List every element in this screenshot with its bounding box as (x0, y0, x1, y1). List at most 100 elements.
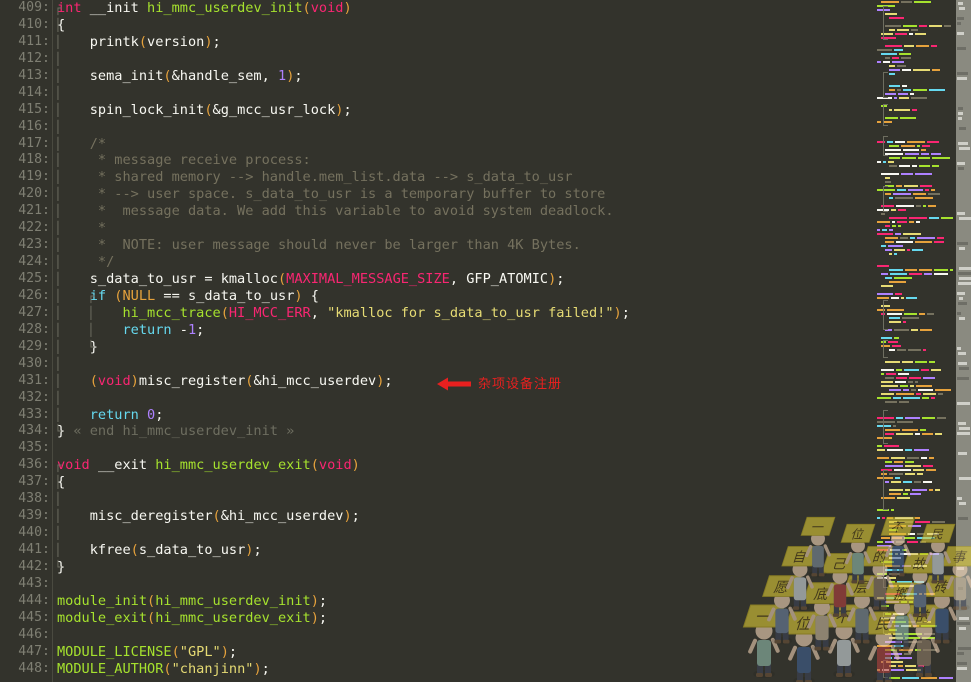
code-line[interactable]: 416: │ (0, 119, 875, 136)
code-line[interactable]: 436: ┌ void __exit hi_mmc_userdev_exit(voi… (0, 457, 875, 474)
minimap-token (904, 313, 917, 315)
code-line[interactable]: 443: (0, 576, 875, 593)
fold-guide-icon[interactable]: │ (52, 356, 64, 373)
fold-guide-icon[interactable]: └ (52, 559, 64, 576)
code-line[interactable]: 438: │ (0, 491, 875, 508)
fold-guide-icon[interactable]: │ (52, 85, 64, 102)
minimap-token (893, 425, 896, 427)
fold-guide-icon[interactable]: │ (52, 508, 64, 525)
fold-guide-icon[interactable]: │ (52, 339, 64, 356)
minimap-token (914, 581, 924, 583)
fold-guide-icon[interactable]: │ (52, 237, 64, 254)
fold-guide-icon[interactable]: │ (52, 51, 64, 68)
code-line[interactable]: 422: │ * (0, 220, 875, 237)
code-line[interactable]: 410: │{ (0, 17, 875, 34)
scrollbar-tick (957, 567, 964, 570)
code-line[interactable]: 413: │ sema_init(&handle_sem, 1); (0, 68, 875, 85)
fold-guide-icon[interactable]: │ (52, 17, 64, 34)
minimap-token (897, 581, 912, 583)
line-number: 432: (18, 389, 50, 405)
code-line[interactable]: 432: │ (0, 390, 875, 407)
code-line[interactable]: 442: └} (0, 559, 875, 576)
code-line[interactable]: 434: └} « end hi_mmc_userdev_init » (0, 423, 875, 440)
code-line[interactable]: 418: │ * message receive process: (0, 152, 875, 169)
minimap-token (887, 517, 893, 519)
editor-text-area[interactable]: 409: ┌ int __init hi_mmc_userdev_init(void… (0, 0, 875, 682)
fold-guide-icon[interactable]: │ (52, 220, 64, 237)
minimap-fold-bracket (883, 72, 888, 98)
code-line[interactable]: 425: │ s_data_to_usr = kmalloc(MAXIMAL_ME… (0, 271, 875, 288)
fold-guide-icon[interactable]: │ (52, 390, 64, 407)
code-line[interactable]: 441: │ kfree(s_data_to_usr); (0, 542, 875, 559)
code-line[interactable]: 448: MODULE_AUTHOR("chanjinn"); (0, 661, 875, 678)
code-line[interactable]: 430: │ (0, 356, 875, 373)
fold-guide-icon[interactable]: │ (52, 102, 64, 119)
minimap-token (918, 389, 933, 391)
fold-guide-icon[interactable]: │ (52, 186, 64, 203)
minimap-token (934, 241, 944, 243)
scrollbar-overview[interactable] (956, 0, 971, 682)
code-line[interactable]: 411: │ printk(version); (0, 34, 875, 51)
code-line[interactable]: 431: │ (void)misc_register(&hi_mcc_userde… (0, 373, 875, 390)
minimap-token (903, 233, 921, 235)
code-line[interactable]: 412: │ (0, 51, 875, 68)
code-line[interactable]: 424: │ */ (0, 254, 875, 271)
code-line[interactable]: 414: │ (0, 85, 875, 102)
fold-guide-inner-icon[interactable]: ┌ (85, 288, 97, 305)
minimap-token (896, 597, 914, 599)
code-line[interactable]: 419: │ * shared memory --> handle.mem_lis… (0, 169, 875, 186)
code-line[interactable]: 421: │ * message data. We add this variab… (0, 203, 875, 220)
fold-guide-icon[interactable]: │ (52, 305, 64, 322)
code-line[interactable]: 445: module_exit(hi_mmc_userdev_exit); (0, 610, 875, 627)
fold-guide-icon[interactable]: │ (52, 119, 64, 136)
code-line[interactable]: 446: (0, 627, 875, 644)
fold-guide-icon[interactable]: │ (52, 322, 64, 339)
code-line[interactable]: 428: │ │ return -1; (0, 322, 875, 339)
minimap-token (897, 89, 901, 91)
fold-guide-icon[interactable]: │ (52, 271, 64, 288)
fold-guide-icon[interactable]: │ (52, 542, 64, 559)
fold-guide-inner-icon[interactable]: └ (85, 339, 97, 356)
fold-guide-icon[interactable]: │ (52, 34, 64, 51)
code-line[interactable]: 439: │ misc_deregister(&hi_mcc_userdev); (0, 508, 875, 525)
fold-guide-inner-icon[interactable]: │ (85, 322, 97, 339)
fold-guide-icon[interactable]: │ (52, 407, 64, 424)
code-line[interactable]: 440: │ (0, 525, 875, 542)
fold-guide-icon[interactable]: │ (52, 203, 64, 220)
code-line[interactable]: 444: module_init(hi_mmc_userdev_init); (0, 593, 875, 610)
minimap-token (920, 329, 932, 331)
code-line[interactable]: 420: │ * --> user space. s_data_to_usr is… (0, 186, 875, 203)
minimap-token (894, 253, 897, 255)
code-line[interactable]: 437: │{ (0, 474, 875, 491)
code-line[interactable]: 429: │ └ } (0, 339, 875, 356)
fold-guide-icon[interactable]: ┌ (52, 457, 64, 474)
fold-guide-icon[interactable]: │ (52, 68, 64, 85)
minimap-token (897, 221, 907, 223)
fold-guide-icon[interactable]: │ (52, 288, 64, 305)
code-line[interactable]: 409: ┌ int __init hi_mmc_userdev_init(void… (0, 0, 875, 17)
minimap-token (894, 657, 912, 659)
fold-guide-icon[interactable]: │ (52, 373, 64, 390)
fold-guide-icon[interactable]: │ (52, 491, 64, 508)
fold-guide-icon[interactable]: │ (52, 474, 64, 491)
code-line[interactable]: 433: │ return 0; (0, 407, 875, 424)
fold-guide-inner-icon[interactable]: │ (85, 305, 97, 322)
fold-guide-icon[interactable]: ┌ (52, 0, 64, 17)
scrollbar-tick (958, 517, 968, 520)
minimap-token (877, 449, 885, 451)
fold-guide-icon[interactable]: │ (52, 152, 64, 169)
fold-guide-icon[interactable]: │ (52, 525, 64, 542)
fold-guide-icon[interactable]: │ (52, 169, 64, 186)
code-line[interactable]: 427: │ │ hi_mcc_trace(HI_MCC_ERR, "kmalloc… (0, 305, 875, 322)
fold-guide-icon[interactable]: │ (52, 136, 64, 153)
code-line[interactable]: 415: │ spin_lock_init(&g_mcc_usr_lock); (0, 102, 875, 119)
code-line[interactable]: 435: (0, 440, 875, 457)
code-line[interactable]: 417: │ /* (0, 136, 875, 153)
fold-guide-icon[interactable]: │ (52, 254, 64, 271)
fold-guide-icon[interactable]: └ (52, 423, 64, 440)
minimap[interactable] (875, 0, 956, 682)
code-line[interactable]: 447: MODULE_LICENSE("GPL"); (0, 644, 875, 661)
minimap-token (896, 417, 903, 419)
code-line[interactable]: 423: │ * NOTE: user message should never … (0, 237, 875, 254)
code-line[interactable]: 426: │ ┌ if (NULL == s_data_to_usr) { (0, 288, 875, 305)
